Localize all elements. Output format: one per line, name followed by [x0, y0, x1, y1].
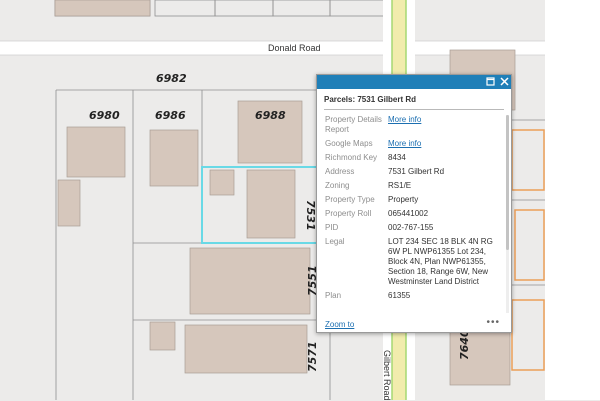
field-row: Google Maps More info: [317, 137, 505, 151]
field-row: PID 002-767-155: [317, 221, 505, 235]
field-key: Richmond Key: [325, 153, 378, 162]
field-value: 7531 Gilbert Rd: [388, 167, 445, 176]
field-value: RS1/E: [388, 181, 412, 190]
field-key: Legal: [325, 237, 345, 246]
scrollbar-thumb[interactable]: [506, 115, 509, 250]
field-value: Property: [388, 195, 419, 204]
field-value: 002-767-155: [388, 223, 434, 232]
parcel-number: 7571: [306, 341, 319, 372]
google-maps-link[interactable]: More info: [388, 139, 500, 149]
road-label-donald: Donald Road: [268, 43, 321, 53]
parcel-number: 6986: [155, 109, 186, 122]
parcel-number: 7640: [458, 329, 471, 360]
field-row: Zoning RS1/E: [317, 179, 505, 193]
parcel-popup: Parcels: 7531 Gilbert Rd Property Detail…: [316, 74, 512, 333]
field-key: Property Details Report: [325, 115, 382, 134]
field-value: 8434: [388, 153, 406, 162]
field-row: Plan 61355: [317, 289, 505, 303]
popup-footer: Zoom to •••: [317, 317, 511, 331]
field-row: Property Roll 065441002: [317, 207, 505, 221]
title-divider: [324, 109, 504, 110]
popup-attribute-list[interactable]: Property Details Report More info Google…: [317, 113, 505, 314]
field-value: 065441002: [388, 209, 429, 218]
field-key: PID: [325, 223, 339, 232]
field-key: Property Type: [325, 195, 375, 204]
zoom-to-link[interactable]: Zoom to: [325, 320, 354, 329]
popup-title: Parcels: 7531 Gilbert Rd: [324, 95, 417, 104]
parcel-number: 6980: [89, 109, 120, 122]
field-key: Property Roll: [325, 209, 372, 218]
popup-scrollbar[interactable]: [506, 115, 509, 313]
field-row: Address 7531 Gilbert Rd: [317, 165, 505, 179]
field-row: Property Type Property: [317, 193, 505, 207]
popup-header: [317, 75, 511, 89]
more-options-icon[interactable]: •••: [486, 317, 500, 328]
maximize-icon[interactable]: [484, 75, 496, 89]
close-icon[interactable]: [498, 75, 510, 89]
field-row: Richmond Key 8434: [317, 151, 505, 165]
field-row: Legal LOT 234 SEC 18 BLK 4N RG 6W PL NWP…: [317, 235, 505, 289]
field-key: Zoning: [325, 181, 350, 190]
field-key: Address: [325, 167, 355, 176]
field-key: Plan: [325, 291, 342, 300]
field-value: LOT 234 SEC 18 BLK 4N RG 6W PL NWP61355 …: [388, 237, 493, 286]
parcel-number: 6988: [255, 109, 286, 122]
field-key: Google Maps: [325, 139, 373, 148]
property-details-link[interactable]: More info: [388, 115, 500, 135]
field-value: 61355: [388, 291, 411, 300]
field-row: Property Details Report More info: [317, 113, 505, 137]
parcel-number: 6982: [156, 72, 187, 85]
road-label-gilbert: Gilbert Road: [382, 350, 392, 401]
